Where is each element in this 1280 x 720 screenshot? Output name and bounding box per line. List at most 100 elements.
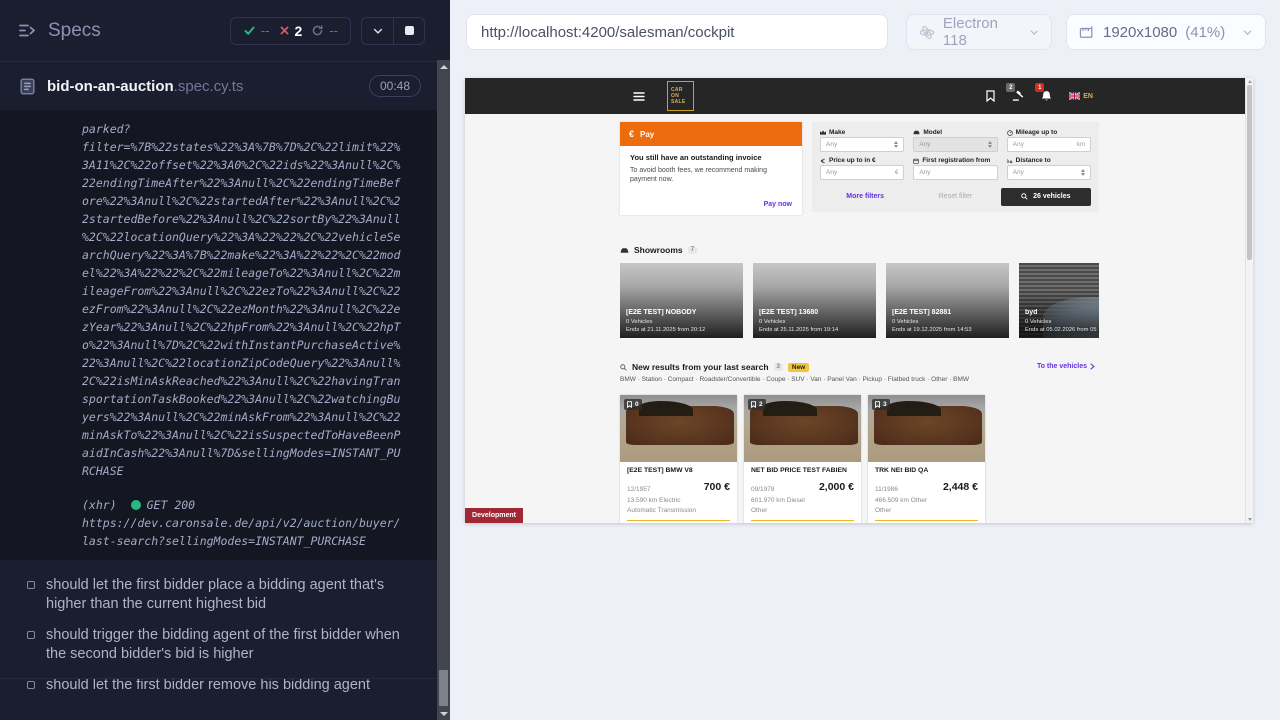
showroom-icon (620, 247, 629, 254)
watchlist-button[interactable] (986, 90, 995, 102)
vehicle-mileage: 601.970 km Diesel (751, 497, 854, 504)
notifications-button[interactable]: 1 (1041, 90, 1052, 102)
viewport-size: 1920x1080 (1103, 24, 1177, 41)
card-divider (627, 520, 730, 521)
stat-pending: -- (311, 23, 338, 38)
euro-icon (820, 158, 826, 164)
vehicle-card[interactable]: 0 [E2E TEST] BMW V8 12/1957 700 € 13.590… (620, 395, 737, 523)
pay-card-title: Pay (640, 130, 654, 139)
vehicle-price: 2,000 € (819, 481, 854, 493)
distance-icon (1007, 158, 1013, 164)
stepper-icon[interactable] (894, 141, 898, 148)
test-item[interactable]: should trigger the bidding agent of the … (27, 626, 423, 664)
search-filters-panel: Make Any Model Any Mileage up to Anykm (812, 122, 1099, 212)
search-icon (1021, 193, 1028, 200)
search-categories: BMW · Station · Compact · Roadster/Conve… (620, 376, 969, 383)
collapse-button[interactable] (362, 18, 393, 44)
make-icon (820, 130, 826, 135)
filter-make: Make Any (820, 128, 904, 152)
stop-button[interactable] (393, 18, 424, 44)
scroll-up-icon[interactable] (1248, 80, 1252, 83)
vehicle-title: [E2E TEST] BMW V8 (627, 467, 730, 474)
showroom-card[interactable]: [E2E TEST] 82881 0 Vehicles Ends at 19.1… (886, 263, 1009, 338)
to-the-vehicles-link[interactable]: To the vehicles (1037, 363, 1095, 370)
scroll-down-icon[interactable] (1248, 518, 1252, 521)
make-input[interactable]: Any (820, 137, 904, 152)
showroom-card[interactable]: byd 0 Vehicles Ends at 05.02.2026 from 0… (1019, 263, 1099, 338)
vehicle-date: 12/1957 (627, 486, 651, 493)
showroom-card[interactable]: [E2E TEST] NOBODY 0 Vehicles Ends at 21.… (620, 263, 743, 338)
filter-price: Price up to in € Any€ (820, 156, 904, 180)
model-input[interactable]: Any (913, 137, 997, 152)
price-input[interactable]: Any€ (820, 165, 904, 180)
euro-icon: € (629, 129, 634, 139)
screen: Specs -- 2 -- (0, 0, 1280, 720)
vehicle-transmission: Other (875, 507, 978, 514)
status-dot-icon (131, 500, 141, 510)
mileage-input[interactable]: Anykm (1007, 137, 1091, 152)
scrollbar-thumb[interactable] (1247, 85, 1252, 260)
results-count-badge: 3 (774, 363, 783, 371)
command-log: parked? filter=%7B%22states%22%3A%7B%7D%… (0, 110, 437, 560)
language-switcher[interactable]: EN (1069, 92, 1093, 100)
vehicle-card[interactable]: 2 NET BID PRICE TEST FABIEN 09/1978 2,00… (744, 395, 861, 523)
scroll-down-icon[interactable] (440, 712, 448, 716)
test-list: should let the first bidder place a bidd… (0, 560, 437, 695)
spec-name: bid-on-an-auction.spec.cy.ts (47, 78, 243, 95)
vehicle-card[interactable]: 3 TRK NEt BID QA 11/1986 2,448 € 466.509… (868, 395, 985, 523)
vehicle-transmission: Automatic Transmission (627, 507, 730, 514)
vehicles-search-button[interactable]: 26 vehicles (1001, 188, 1091, 206)
stepper-icon[interactable] (988, 141, 992, 148)
app-header: CAR ON SALE 2 1 (465, 78, 1253, 114)
vehicle-photo: 0 (620, 395, 737, 462)
viewport-select[interactable]: 1920x1080 (41%) (1066, 14, 1266, 50)
xhr-log-row[interactable]: (xhr) GET 200 (82, 496, 429, 514)
filter-mileage: Mileage up to Anykm (1007, 128, 1091, 152)
browser-select[interactable]: Electron 118 (906, 14, 1052, 50)
electron-icon (919, 24, 935, 41)
browser-pane: http://localhost:4200/salesman/cockpit E… (450, 0, 1280, 720)
environment-badge: Development (465, 508, 523, 523)
gauge-icon (1007, 130, 1013, 136)
pay-now-link[interactable]: Pay now (764, 201, 792, 208)
distance-input[interactable]: Any (1007, 165, 1091, 180)
calendar-icon (913, 158, 919, 164)
invoice-text: To avoid booth fees, we recommend making… (630, 166, 780, 184)
test-state-icon (27, 631, 35, 639)
app-content: € Pay You still have an outstanding invo… (465, 114, 1253, 523)
card-divider (875, 520, 978, 521)
chevron-down-icon (1029, 27, 1039, 38)
uk-flag-icon (1069, 92, 1080, 100)
vehicle-mileage: 13.590 km Electric (627, 497, 730, 504)
reset-filter-link[interactable]: Reset filter (910, 193, 1000, 200)
specs-menu-icon[interactable] (18, 23, 37, 38)
caronsale-logo[interactable]: CAR ON SALE (667, 81, 694, 111)
xhr-label: (xhr) (82, 496, 117, 514)
more-filters-link[interactable]: More filters (820, 193, 910, 200)
outstanding-invoice-card: € Pay You still have an outstanding invo… (620, 122, 802, 215)
stepper-icon[interactable] (1081, 169, 1085, 176)
first-registration-input[interactable]: Any (913, 165, 997, 180)
xhr-status: GET 200 (147, 496, 195, 514)
vehicle-photo: 3 (868, 395, 985, 462)
showroom-card[interactable]: [E2E TEST] 13680 0 Vehicles Ends at 25.1… (753, 263, 876, 338)
my-auctions-button[interactable]: 2 (1012, 90, 1024, 102)
car-icon (913, 130, 920, 135)
app-scrollbar[interactable] (1245, 78, 1253, 523)
vehicle-date: 11/1986 (875, 486, 898, 493)
scrollbar-thumb[interactable] (439, 670, 448, 706)
url-input[interactable]: http://localhost:4200/salesman/cockpit (466, 14, 888, 50)
new-badge: New (788, 363, 809, 372)
scroll-up-icon[interactable] (440, 65, 448, 69)
xhr-url-text: https://dev.caronsale.de/api/v2/auction/… (82, 514, 429, 550)
filter-model: Model Any (913, 128, 997, 152)
test-state-icon (27, 581, 35, 589)
ruler-icon (1079, 25, 1095, 39)
test-item[interactable]: should let the first bidder place a bidd… (27, 576, 423, 614)
chevron-right-icon (1090, 363, 1095, 370)
gavel-icon (1012, 90, 1024, 102)
runner-scrollbar[interactable] (437, 60, 450, 720)
menu-icon[interactable] (633, 92, 645, 101)
spec-duration-badge: 00:48 (369, 75, 421, 97)
spec-row[interactable]: bid-on-an-auction.spec.cy.ts 00:48 (0, 62, 437, 110)
